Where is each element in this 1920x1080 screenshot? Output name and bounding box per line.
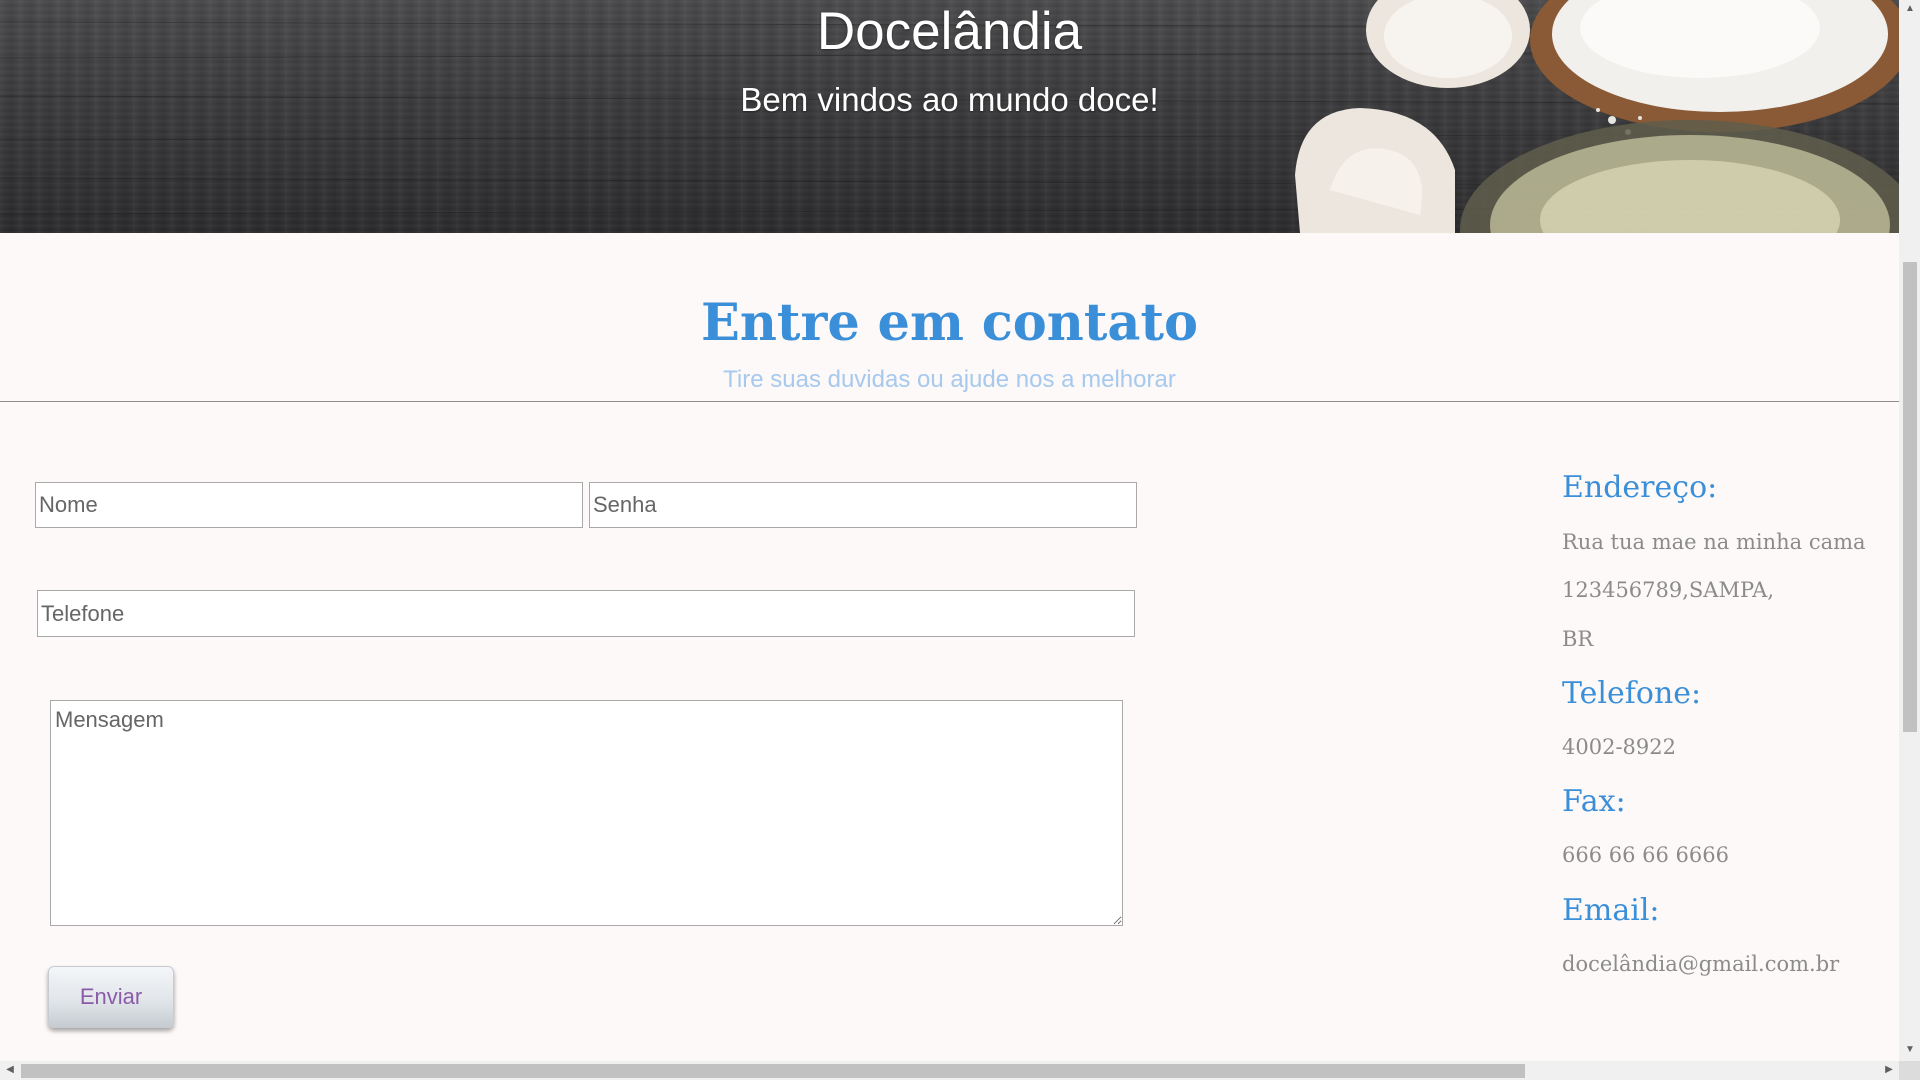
fax-heading: Fax:: [1562, 784, 1626, 819]
phone-heading: Telefone:: [1562, 676, 1702, 711]
address-line: BR: [1562, 627, 1594, 651]
scrollbar-corner: [1899, 1061, 1920, 1080]
email-value: docelândia@gmail.com.br: [1562, 952, 1840, 976]
hero-banner: Docelândia Bem vindos ao mundo doce!: [0, 0, 1899, 233]
horizontal-scrollbar-thumb[interactable]: [21, 1064, 1525, 1078]
password-input[interactable]: [589, 482, 1137, 528]
site-subtitle: Bem vindos ao mundo doce!: [740, 81, 1159, 118]
name-input[interactable]: [35, 482, 583, 528]
contact-title: Entre em contato: [700, 293, 1199, 353]
phone-input[interactable]: [37, 590, 1135, 637]
arrow-right-icon[interactable]: ▶: [1882, 1064, 1896, 1076]
arrow-up-icon[interactable]: ▲: [1903, 3, 1917, 15]
address-line: 123456789,SAMPA,: [1562, 578, 1775, 602]
address-heading: Endereço:: [1562, 470, 1718, 505]
section-divider: [0, 401, 1899, 402]
vertical-scrollbar-thumb[interactable]: [1903, 262, 1917, 732]
send-button[interactable]: Enviar: [48, 966, 174, 1028]
address-line: Rua tua mae na minha cama: [1562, 530, 1866, 554]
email-heading: Email:: [1562, 893, 1660, 928]
site-title: Docelândia: [816, 2, 1083, 61]
contact-subtitle: Tire suas duvidas ou ajude nos a melhora…: [723, 366, 1176, 393]
arrow-down-icon[interactable]: ▼: [1903, 1044, 1917, 1056]
arrow-left-icon[interactable]: ◀: [3, 1064, 17, 1076]
message-textarea[interactable]: [50, 700, 1123, 926]
phone-value: 4002-8922: [1562, 735, 1676, 759]
page-viewport: Docelândia Bem vindos ao mundo doce! Ent…: [0, 0, 1920, 1080]
fax-value: 666 66 66 6666: [1562, 843, 1729, 867]
